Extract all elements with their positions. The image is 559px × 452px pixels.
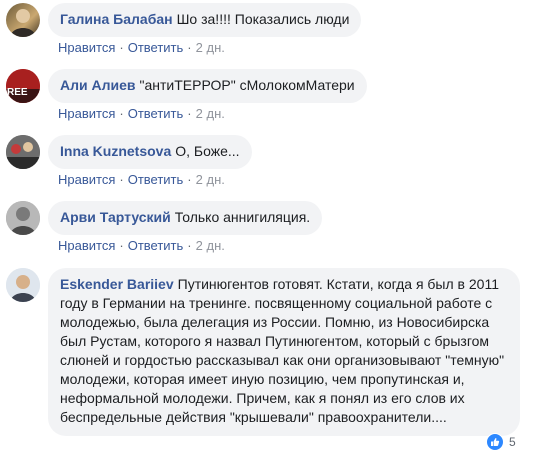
comment-text: Только аннигиляция. <box>174 209 311 225</box>
avatar[interactable]: REE <box>6 69 40 103</box>
comment-bubble: Арви Тартуский Только аннигиляция. <box>48 201 323 235</box>
avatar-label: REE <box>7 87 28 98</box>
comment-bubble: Али Алиев "антиТЕРРОР" сМолокомМатери <box>48 69 367 103</box>
timestamp[interactable]: 2 дн. <box>196 238 225 253</box>
reaction-count-value: 5 <box>509 435 516 449</box>
comment-text: Шо за!!!! Показались люди <box>176 11 350 27</box>
comment-author[interactable]: Арви Тартуский <box>60 209 171 225</box>
separator: · <box>119 238 124 253</box>
like-icon <box>486 433 504 451</box>
comment-text: "антиТЕРРОР" сМолокомМатери <box>139 77 355 93</box>
separator: · <box>119 172 124 187</box>
user-photo-icon <box>6 135 40 169</box>
separator: · <box>187 106 192 121</box>
timestamp[interactable]: 2 дн. <box>196 172 225 187</box>
reply-link[interactable]: Ответить <box>128 40 184 55</box>
like-link[interactable]: Нравится <box>58 238 115 253</box>
avatar[interactable] <box>6 201 40 235</box>
reply-link[interactable]: Ответить <box>128 172 184 187</box>
separator: · <box>187 40 192 55</box>
timestamp[interactable]: 2 дн. <box>196 40 225 55</box>
separator: · <box>187 172 192 187</box>
comment-bubble: Eskender Bariiev Путинюгентов готовят. Кс… <box>48 268 520 436</box>
user-photo-icon <box>6 201 40 235</box>
avatar[interactable] <box>6 3 40 37</box>
user-photo-icon <box>6 268 40 302</box>
reaction-count[interactable]: 5 <box>486 432 516 452</box>
separator: · <box>119 40 124 55</box>
comment-actions: Нравится · Ответить · 2 дн. <box>58 172 225 187</box>
comment-author[interactable]: Али Алиев <box>60 77 136 93</box>
comment-actions: Нравится · Ответить · 2 дн. <box>58 238 225 253</box>
comment-author[interactable]: Eskender Bariiev <box>60 276 174 292</box>
comment-actions: Нравится · Ответить · 2 дн. <box>58 106 225 121</box>
comment-actions: Нравится · Ответить · 2 дн. <box>58 40 225 55</box>
timestamp[interactable]: 2 дн. <box>196 106 225 121</box>
comment-text: О, Боже... <box>175 143 240 159</box>
comment-bubble: Inna Kuznetsova О, Боже... <box>48 135 252 169</box>
reply-link[interactable]: Ответить <box>128 238 184 253</box>
separator: · <box>119 106 124 121</box>
user-photo-icon <box>10 9 36 37</box>
like-link[interactable]: Нравится <box>58 106 115 121</box>
like-link[interactable]: Нравится <box>58 40 115 55</box>
comment-bubble: Галина Балабан Шо за!!!! Показались люди <box>48 3 362 37</box>
comment-author[interactable]: Галина Балабан <box>60 11 173 27</box>
separator: · <box>187 238 192 253</box>
like-link[interactable]: Нравится <box>58 172 115 187</box>
reply-link[interactable]: Ответить <box>128 106 184 121</box>
comment-text: Путинюгентов готовят. Кстати, когда я бы… <box>60 276 505 425</box>
avatar[interactable] <box>6 268 40 302</box>
comment-author[interactable]: Inna Kuznetsova <box>60 143 171 159</box>
avatar[interactable] <box>6 135 40 169</box>
